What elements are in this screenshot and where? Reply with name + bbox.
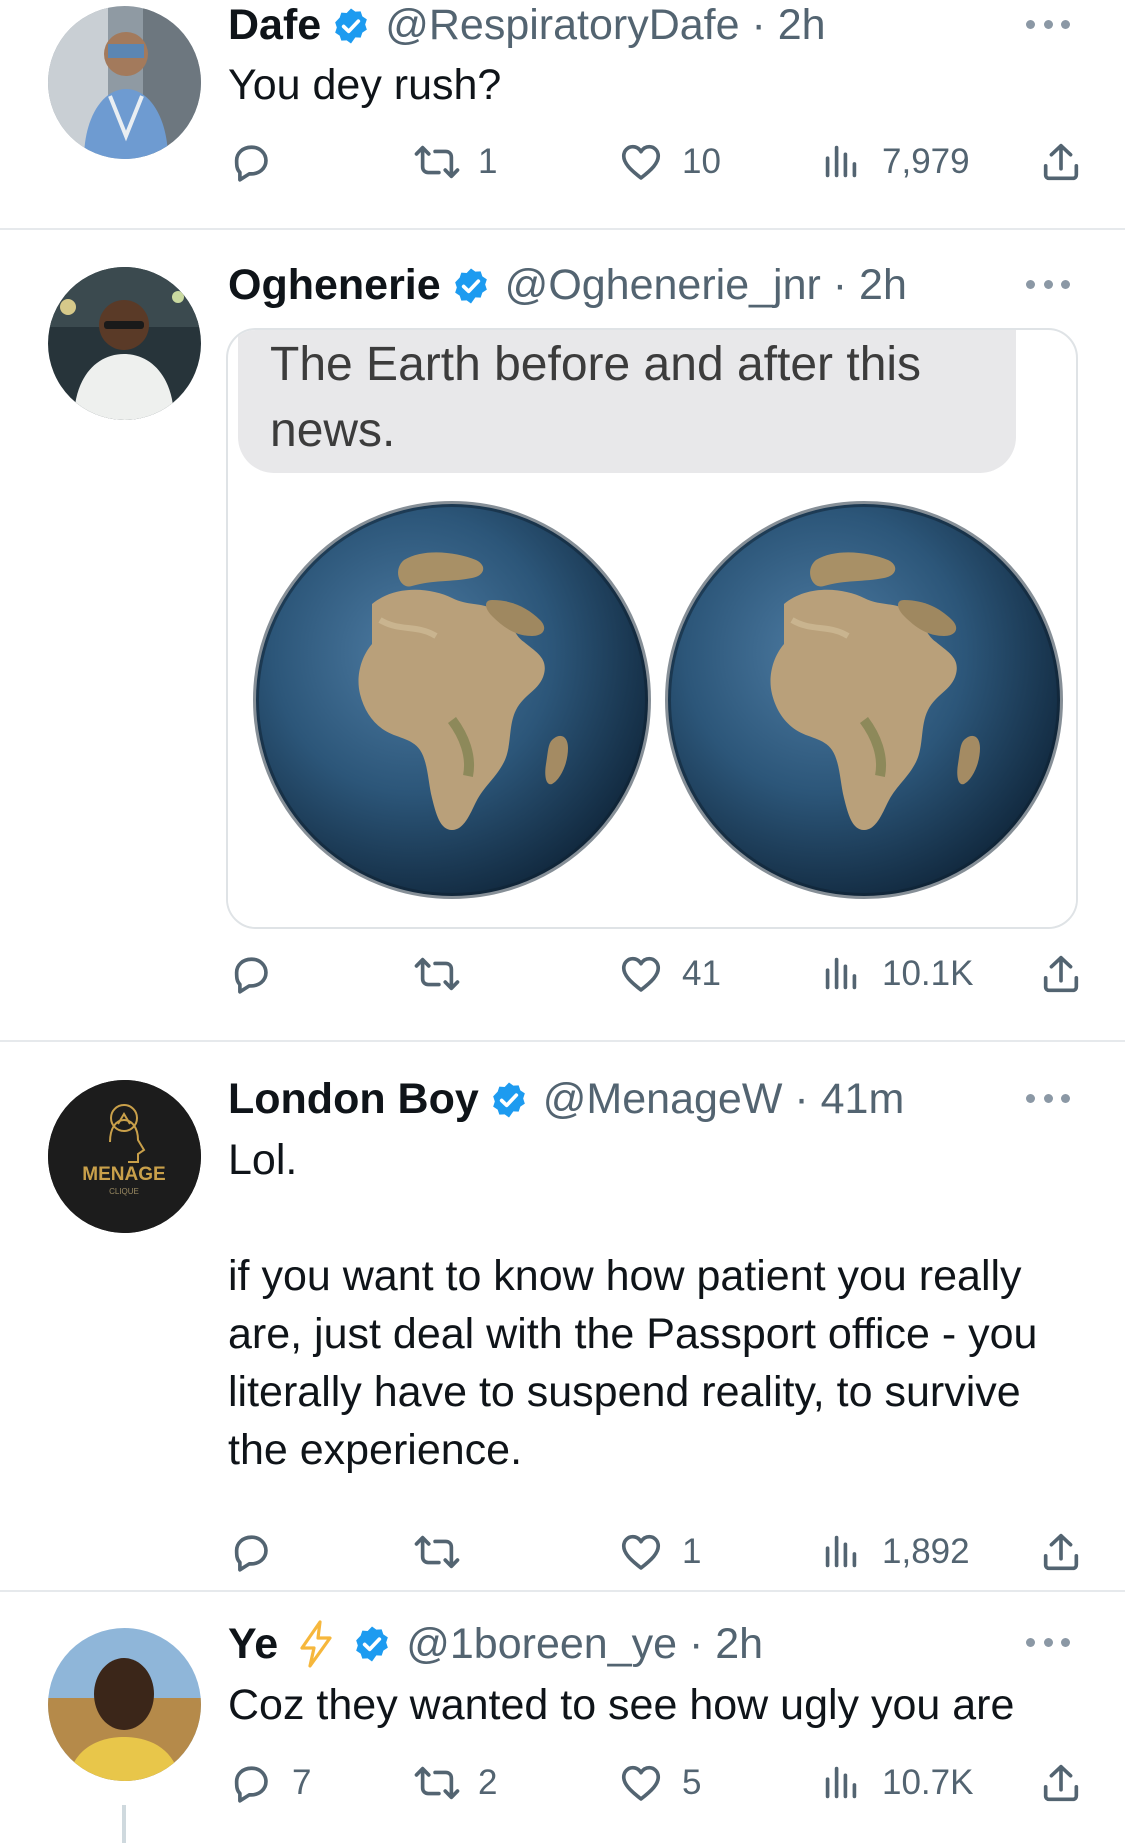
action-bar: 7 2 5 10.7K (228, 1755, 1088, 1811)
reply-icon (228, 139, 274, 185)
avatar[interactable] (48, 6, 201, 159)
tweet-header: Oghenerie @Oghenerie_jnr · 2h (228, 264, 907, 307)
tweet-text: You dey rush? (228, 61, 502, 109)
views-button[interactable]: 10.7K (818, 1755, 973, 1811)
verified-badge-icon (331, 6, 371, 46)
tweet-media-image[interactable]: The Earth before and after this news. (226, 328, 1078, 929)
retweet-count: 2 (478, 1763, 498, 1802)
verified-badge-icon (352, 1624, 392, 1664)
like-button[interactable]: 41 (618, 946, 721, 1002)
action-bar: 1 10 7,979 (228, 134, 1088, 190)
reply-icon (228, 1529, 274, 1575)
reply-button[interactable] (228, 946, 292, 1002)
share-icon (1038, 951, 1084, 997)
like-count: 1 (682, 1532, 702, 1571)
reply-button[interactable]: 7 (228, 1755, 311, 1811)
views-count: 1,892 (882, 1532, 970, 1571)
media-caption: The Earth before and after this news. (270, 338, 922, 457)
reply-count: 7 (292, 1763, 312, 1802)
globes-image (228, 480, 1076, 927)
handle-timestamp[interactable]: @RespiratoryDafe · 2h (385, 4, 825, 47)
avatar-logo-text: MENAGE (82, 1164, 165, 1185)
reply-button[interactable] (228, 1524, 292, 1580)
like-count: 10 (682, 142, 721, 181)
tweet-4[interactable]: Ye @1boreen_ye · 2h Coz they wanted to s… (0, 1592, 1125, 1843)
tweet-text: Coz they wanted to see how ugly you are (228, 1681, 1015, 1729)
share-button[interactable] (1038, 134, 1084, 190)
reply-button[interactable] (228, 134, 292, 190)
avatar-photo-icon (48, 267, 201, 420)
retweet-count: 1 (478, 142, 498, 181)
like-button[interactable]: 10 (618, 134, 721, 190)
lightning-icon (300, 1620, 332, 1668)
verified-badge-icon (451, 266, 491, 306)
like-icon (618, 139, 664, 185)
retweet-button[interactable] (414, 1524, 478, 1580)
handle-timestamp[interactable]: @1boreen_ye · 2h (406, 1622, 763, 1666)
views-count: 10.1K (882, 954, 974, 993)
views-button[interactable]: 7,979 (818, 134, 970, 190)
action-bar: 1 1,892 (228, 1524, 1088, 1580)
more-options-icon[interactable] (1026, 18, 1070, 30)
action-bar: 41 10.1K (228, 946, 1088, 1002)
views-count: 7,979 (882, 142, 970, 181)
share-icon (1038, 1529, 1084, 1575)
retweet-icon (414, 1529, 460, 1575)
views-icon (818, 139, 864, 185)
views-button[interactable]: 1,892 (818, 1524, 970, 1580)
like-icon (618, 1529, 664, 1575)
tweet-header: Dafe @RespiratoryDafe · 2h (228, 4, 826, 47)
like-button[interactable]: 5 (618, 1755, 701, 1811)
media-caption-bubble: The Earth before and after this news. (238, 330, 1016, 473)
views-icon (818, 1529, 864, 1575)
like-count: 5 (682, 1763, 702, 1802)
avatar[interactable]: MENAGE CLIQUE (48, 1080, 201, 1233)
retweet-icon (414, 951, 460, 997)
share-icon (1038, 1760, 1084, 1806)
like-count: 41 (682, 954, 721, 993)
more-options-icon[interactable] (1026, 1092, 1070, 1104)
handle-timestamp[interactable]: @Oghenerie_jnr · 2h (505, 264, 907, 307)
more-options-icon[interactable] (1026, 1636, 1070, 1648)
views-button[interactable]: 10.1K (818, 946, 973, 1002)
views-count: 10.7K (882, 1763, 974, 1802)
like-button[interactable]: 1 (618, 1524, 701, 1580)
share-icon (1038, 139, 1084, 185)
retweet-button[interactable]: 2 (414, 1755, 497, 1811)
like-icon (618, 951, 664, 997)
display-name[interactable]: London Boy (228, 1078, 479, 1121)
verified-badge-icon (489, 1080, 529, 1120)
avatar-photo-icon (48, 6, 201, 159)
views-icon (818, 951, 864, 997)
menage-logo-icon: MENAGE CLIQUE (48, 1080, 201, 1233)
retweet-icon (414, 1760, 460, 1806)
views-icon (818, 1760, 864, 1806)
share-button[interactable] (1038, 1524, 1084, 1580)
share-button[interactable] (1038, 946, 1084, 1002)
tweet-header: Ye @1boreen_ye · 2h (228, 1620, 763, 1668)
share-button[interactable] (1038, 1755, 1084, 1811)
avatar[interactable] (48, 1628, 201, 1781)
retweet-button[interactable] (414, 946, 478, 1002)
tweet-3[interactable]: MENAGE CLIQUE London Boy @MenageW · 41m … (0, 1042, 1125, 1590)
handle-timestamp[interactable]: @MenageW · 41m (543, 1078, 905, 1121)
retweet-button[interactable]: 1 (414, 134, 497, 190)
tweet-2[interactable]: Oghenerie @Oghenerie_jnr · 2h The Earth … (0, 230, 1125, 1040)
tweet-header: London Boy @MenageW · 41m (228, 1078, 904, 1121)
avatar-logo-subtext: CLIQUE (109, 1187, 139, 1196)
avatar-photo-icon (48, 1628, 201, 1781)
thread-connector-line (122, 1805, 126, 1843)
more-options-icon[interactable] (1026, 278, 1070, 290)
display-name[interactable]: Ye (228, 1622, 278, 1666)
display-name[interactable]: Oghenerie (228, 264, 441, 307)
like-icon (618, 1760, 664, 1806)
display-name[interactable]: Dafe (228, 4, 321, 47)
tweet-text: Lol. if you want to know how patient you… (228, 1136, 1038, 1474)
retweet-icon (414, 139, 460, 185)
earth-globe-icon (228, 480, 1076, 927)
avatar[interactable] (48, 267, 201, 420)
reply-icon (228, 1760, 274, 1806)
tweet-1[interactable]: Dafe @RespiratoryDafe · 2h You dey rush?… (0, 0, 1125, 229)
reply-icon (228, 951, 274, 997)
